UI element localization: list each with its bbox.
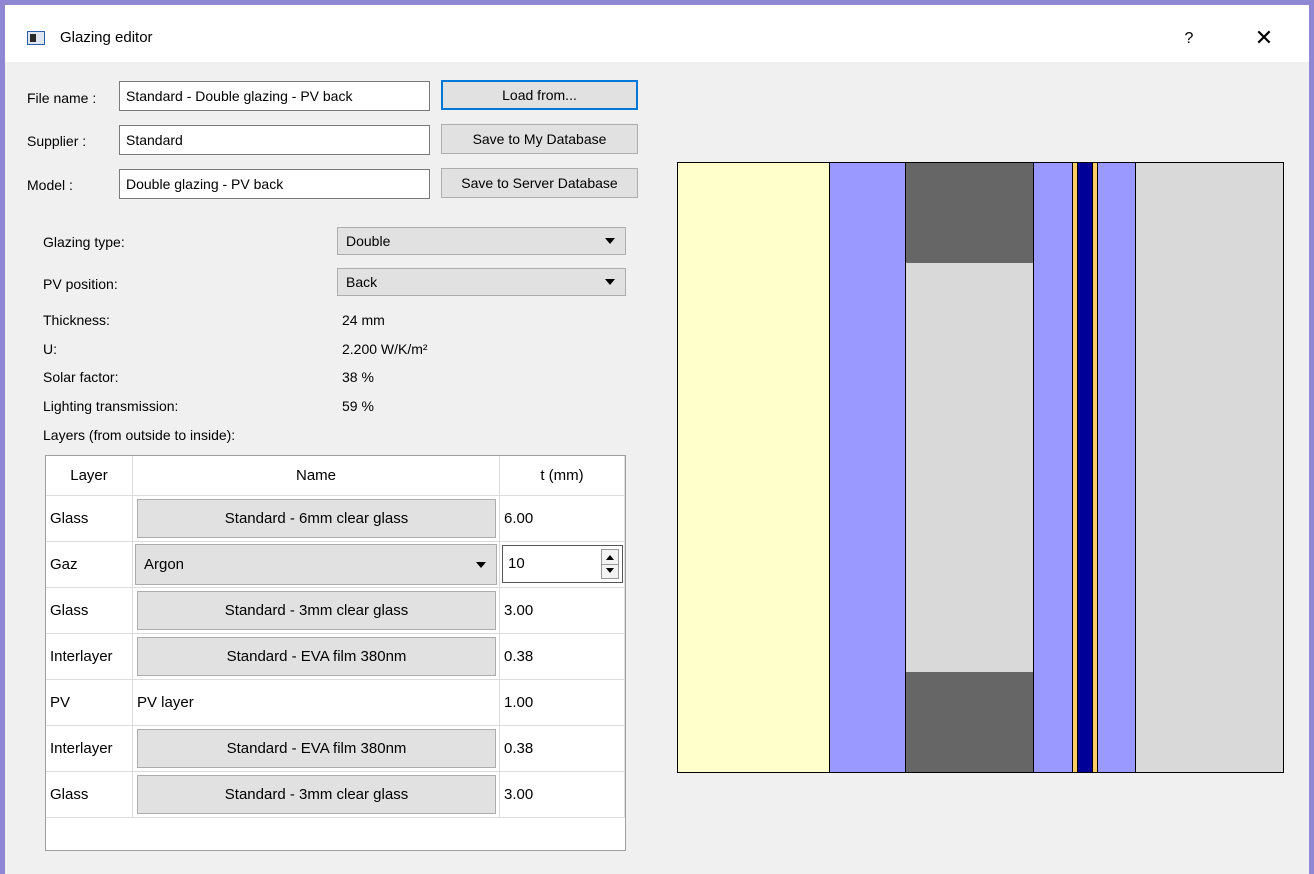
thickness-label: Thickness: xyxy=(43,312,110,328)
layer-type-text: Glass xyxy=(50,602,89,619)
thickness-text: 3.00 xyxy=(504,786,534,803)
layer-type-text: Gaz xyxy=(50,556,78,573)
table-cell-thickness[interactable]: 6.00 xyxy=(500,496,625,542)
layer-type-text: Interlayer xyxy=(50,648,113,665)
layers-table: Layer Name t (mm) Glass Standard - 6mm cl… xyxy=(45,455,626,851)
title-bar: Glazing editor ? ✕ xyxy=(5,5,1309,62)
glazing-type-value: Double xyxy=(346,233,391,249)
gas-type-select[interactable]: Argon xyxy=(135,544,497,585)
save-to-server-database-button[interactable]: Save to Server Database xyxy=(441,168,638,198)
column-header-name[interactable]: Name xyxy=(133,456,500,496)
u-value: 2.200 W/K/m² xyxy=(342,341,428,357)
material-select-button[interactable]: Standard - EVA film 380nm xyxy=(137,637,496,676)
material-select-button[interactable]: Standard - 6mm clear glass xyxy=(137,499,496,538)
glazing-cross-section-diagram xyxy=(677,162,1284,773)
table-cell-layer: Interlayer xyxy=(46,726,133,772)
thickness-text: 3.00 xyxy=(504,602,534,619)
gas-layer xyxy=(906,163,1034,772)
thickness-spinbox-value: 10 xyxy=(508,555,525,572)
thickness-text: 6.00 xyxy=(504,510,534,527)
outside-area xyxy=(678,163,830,772)
file-name-field[interactable] xyxy=(119,81,430,111)
lighting-transmission-label: Lighting transmission: xyxy=(43,398,179,414)
glazing-editor-window: Glazing editor ? ✕ File name : Load from… xyxy=(5,5,1309,874)
table-cell-name: Standard - 6mm clear glass xyxy=(133,496,500,542)
table-cell-layer: Glass xyxy=(46,496,133,542)
material-select-button[interactable]: Standard - 3mm clear glass xyxy=(137,775,496,814)
glass-layer-3 xyxy=(1098,163,1136,772)
table-cell-layer: Gaz xyxy=(46,542,133,588)
pv-position-value: Back xyxy=(346,274,378,290)
supplier-label: Supplier : xyxy=(27,133,87,149)
layer-type-text: Glass xyxy=(50,510,89,527)
glazing-type-label: Glazing type: xyxy=(43,234,125,250)
table-cell-thickness[interactable]: 1.00 xyxy=(500,680,625,726)
thickness-value: 24 mm xyxy=(342,312,385,328)
layer-type-text: Interlayer xyxy=(50,740,113,757)
load-from-button[interactable]: Load from... xyxy=(441,80,638,110)
column-header-layer[interactable]: Layer xyxy=(46,456,133,496)
pv-layer xyxy=(1078,163,1092,772)
table-cell-name: Standard - EVA film 380nm xyxy=(133,726,500,772)
layers-label: Layers (from outside to inside): xyxy=(43,427,236,443)
thickness-spinbox[interactable]: 10 xyxy=(502,545,623,583)
layer-type-text: Glass xyxy=(50,786,89,803)
thickness-text: 0.38 xyxy=(504,740,534,757)
thickness-text: 1.00 xyxy=(504,694,534,711)
pv-position-select[interactable]: Back xyxy=(337,268,626,296)
material-select-button[interactable]: Standard - EVA film 380nm xyxy=(137,729,496,768)
model-label: Model : xyxy=(27,177,73,193)
window-title: Glazing editor xyxy=(60,29,153,46)
u-label: U: xyxy=(43,341,57,357)
table-cell-name: Argon xyxy=(133,542,500,588)
glazing-type-select[interactable]: Double xyxy=(337,227,626,255)
table-cell-layer: Glass xyxy=(46,772,133,818)
save-to-my-database-button[interactable]: Save to My Database xyxy=(441,124,638,154)
spin-down-icon[interactable] xyxy=(606,568,614,573)
chevron-down-icon xyxy=(605,279,615,285)
gas-spacer-bottom xyxy=(906,672,1033,772)
layer-name-text: PV layer xyxy=(137,694,194,711)
table-cell-thickness: 10 xyxy=(500,542,625,588)
table-cell-name: Standard - 3mm clear glass xyxy=(133,588,500,634)
glass-layer-2 xyxy=(1034,163,1072,772)
material-select-button[interactable]: Standard - 3mm clear glass xyxy=(137,591,496,630)
glass-layer-1 xyxy=(830,163,906,772)
supplier-field[interactable] xyxy=(119,125,430,155)
pv-position-label: PV position: xyxy=(43,276,118,292)
gas-spacer-top xyxy=(906,163,1033,263)
layer-type-text: PV xyxy=(50,694,71,711)
table-cell-thickness[interactable]: 3.00 xyxy=(500,772,625,818)
model-field[interactable] xyxy=(119,169,430,199)
table-cell-thickness[interactable]: 0.38 xyxy=(500,634,625,680)
inside-area xyxy=(1136,163,1283,772)
thickness-text: 0.38 xyxy=(504,648,534,665)
file-name-label: File name : xyxy=(27,90,97,106)
spinbox-arrows[interactable] xyxy=(601,549,619,579)
gas-type-value: Argon xyxy=(144,556,185,573)
table-cell-thickness[interactable]: 3.00 xyxy=(500,588,625,634)
table-cell-name: PV layer xyxy=(133,680,500,726)
spin-up-icon[interactable] xyxy=(606,555,614,560)
app-icon xyxy=(27,31,45,45)
help-button[interactable]: ? xyxy=(1177,27,1201,51)
solar-factor-label: Solar factor: xyxy=(43,369,119,385)
spin-divider xyxy=(602,564,618,565)
chevron-down-icon xyxy=(476,562,486,568)
close-icon[interactable]: ✕ xyxy=(1251,25,1277,51)
table-cell-name: Standard - EVA film 380nm xyxy=(133,634,500,680)
solar-factor-value: 38 % xyxy=(342,369,374,385)
column-header-thickness[interactable]: t (mm) xyxy=(500,456,625,496)
table-cell-thickness[interactable]: 0.38 xyxy=(500,726,625,772)
table-cell-layer: Glass xyxy=(46,588,133,634)
table-cell-layer: Interlayer xyxy=(46,634,133,680)
chevron-down-icon xyxy=(605,238,615,244)
table-cell-name: Standard - 3mm clear glass xyxy=(133,772,500,818)
lighting-transmission-value: 59 % xyxy=(342,398,374,414)
table-cell-layer: PV xyxy=(46,680,133,726)
